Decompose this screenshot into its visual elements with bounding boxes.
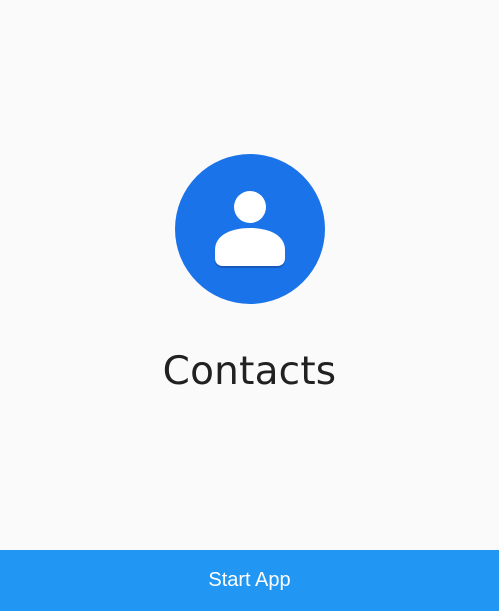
splash-screen: Contacts bbox=[0, 0, 499, 550]
start-app-button[interactable]: Start App bbox=[0, 550, 499, 611]
contacts-app-icon bbox=[175, 154, 325, 304]
contacts-person-icon bbox=[175, 154, 325, 304]
app-title: Contacts bbox=[162, 349, 337, 394]
